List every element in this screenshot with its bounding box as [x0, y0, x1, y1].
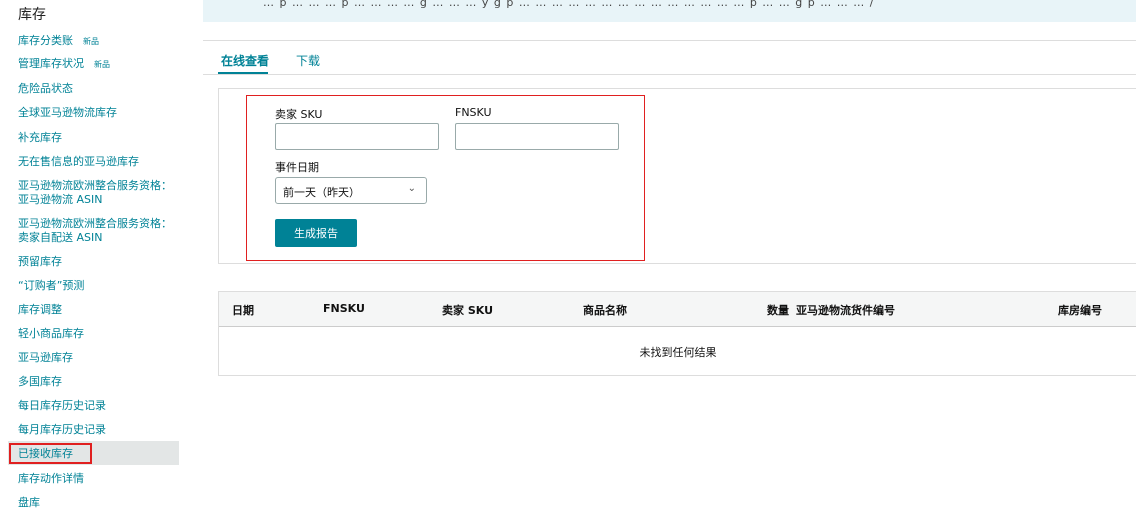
sidebar-item-global-fba-inventory[interactable]: 全球亚马逊物流库存: [18, 106, 178, 120]
sidebar-item-monthly-inventory-history[interactable]: 每月库存历史记录: [18, 423, 178, 437]
column-header-warehouse-id[interactable]: 库房编号: [1058, 302, 1102, 318]
chevron-down-icon: ⌄: [407, 183, 416, 194]
sidebar: 库存 库存分类账 新品 管理库存状况 新品 危险品状态 全球亚马逊物流库存 补充库存…: [0, 0, 190, 516]
sidebar-item-inventory-ledger[interactable]: 库存分类账 新品: [18, 34, 178, 49]
column-header-quantity[interactable]: 数量: [767, 302, 789, 318]
column-header-fba-shipment-id[interactable]: 亚马逊物流货件编号: [796, 302, 895, 318]
sidebar-item-manage-inventory-health[interactable]: 管理库存状况 新品: [18, 57, 178, 72]
sidebar-item-pan-eu-fba-asin[interactable]: 亚马逊物流欧洲整合服务资格：亚马逊物流 ASIN: [18, 179, 178, 207]
column-header-date[interactable]: 日期: [232, 302, 254, 318]
generate-report-button[interactable]: 生成报告: [275, 219, 357, 247]
event-date-select[interactable]: 前一天（昨天） ⌄: [275, 177, 427, 204]
sidebar-item-small-light-inventory[interactable]: 轻小商品库存: [18, 327, 178, 341]
tab-download[interactable]: 下载: [296, 52, 320, 69]
sidebar-item-daily-inventory-history[interactable]: 每日库存历史记录: [18, 399, 178, 413]
seller-sku-label: 卖家 SKU: [275, 108, 323, 121]
divider: [203, 40, 1136, 41]
new-badge: 新品: [83, 37, 99, 46]
sidebar-item-dangerous-goods[interactable]: 危险品状态: [18, 82, 178, 96]
annotation-highlight-box: [9, 443, 92, 464]
tab-view-online[interactable]: 在线查看: [221, 52, 269, 69]
sidebar-item-inventory-reconciliation[interactable]: 盘库: [18, 496, 178, 510]
results-table: 日期 FNSKU 卖家 SKU 商品名称 数量 亚马逊物流货件编号 库房编号 未…: [218, 291, 1136, 376]
new-badge: 新品: [94, 60, 110, 69]
column-header-seller-sku[interactable]: 卖家 SKU: [442, 302, 493, 318]
empty-results-message: 未找到任何结果: [639, 346, 717, 359]
sidebar-heading: 库存: [18, 7, 46, 23]
sidebar-item-amazon-inventory[interactable]: 亚马逊库存: [18, 351, 178, 365]
fnsku-label: FNSKU: [455, 106, 492, 119]
tabs-divider: [203, 74, 1136, 75]
event-date-label: 事件日期: [275, 161, 319, 174]
seller-sku-input[interactable]: [275, 123, 439, 150]
info-banner: … p … … … p … … … … g … … … y g p … … … …: [203, 0, 1136, 22]
sidebar-item-inventory-adjustments[interactable]: 库存调整: [18, 303, 178, 317]
event-date-selected-value: 前一天（昨天）: [283, 186, 360, 199]
sidebar-item-multi-country-inventory[interactable]: 多国库存: [18, 375, 178, 389]
sidebar-item-subscribe-forecast[interactable]: “订购者”预测: [18, 279, 178, 293]
sidebar-item-inventory-event-detail[interactable]: 库存动作详情: [18, 472, 178, 486]
sidebar-item-restock[interactable]: 补充库存: [18, 131, 178, 145]
table-header: 日期 FNSKU 卖家 SKU 商品名称 数量 亚马逊物流货件编号 库房编号: [219, 292, 1136, 327]
fnsku-input[interactable]: [455, 123, 619, 150]
sidebar-item-pan-eu-mfn-asin[interactable]: 亚马逊物流欧洲整合服务资格：卖家自配送 ASIN: [18, 217, 178, 245]
sidebar-item-stranded-inventory[interactable]: 无在售信息的亚马逊库存: [18, 155, 178, 169]
banner-text: … p … … … p … … … … g … … … y g p … … … …: [263, 0, 875, 9]
sidebar-item-reserved-inventory[interactable]: 预留库存: [18, 255, 178, 269]
column-header-product-name[interactable]: 商品名称: [583, 302, 627, 318]
column-header-fnsku[interactable]: FNSKU: [323, 302, 365, 315]
